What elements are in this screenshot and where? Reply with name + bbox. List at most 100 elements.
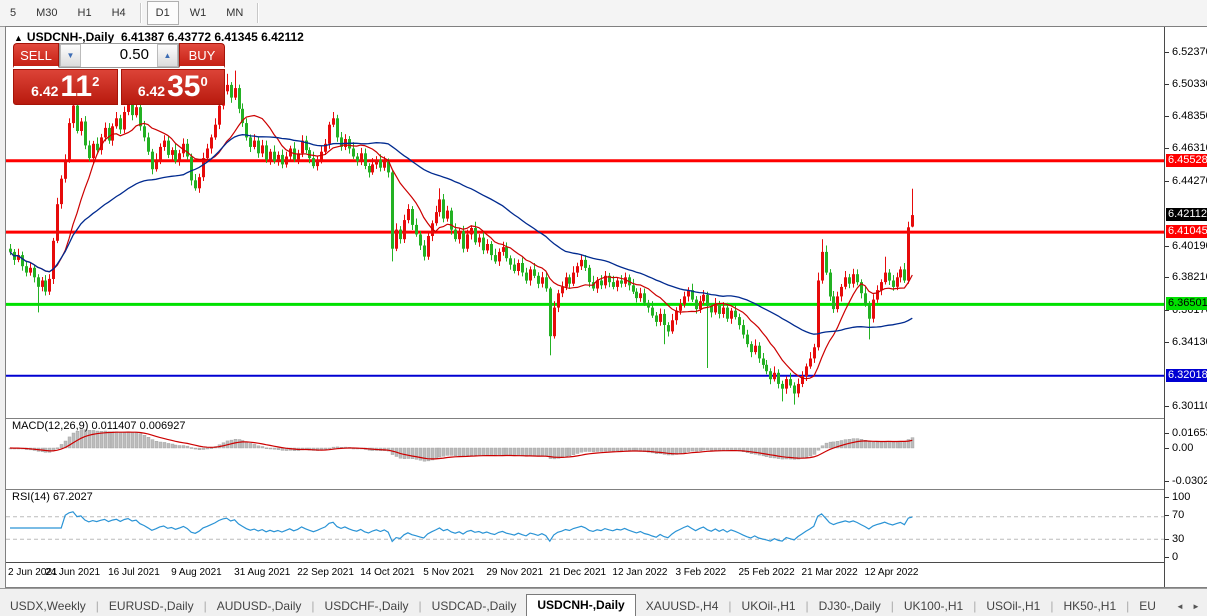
date-axis-label: 21 Mar 2022	[802, 567, 858, 578]
buy-price-small: 6.42	[138, 81, 165, 101]
volume-spinner: ▼ 0.50 ▲	[59, 43, 179, 68]
toolbar-separator	[257, 3, 259, 23]
sell-price-sup: 2	[92, 74, 99, 89]
axis-tick	[1165, 557, 1169, 558]
tab-scroll-left-icon[interactable]: ◄	[1172, 598, 1188, 616]
price-badge: 6.45528	[1166, 154, 1207, 167]
date-axis-label: 24 Jun 2021	[45, 567, 100, 578]
price-axis-label: 6.48350	[1172, 110, 1207, 122]
chart-tab-usdcad-daily[interactable]: USDCAD-,Daily	[422, 596, 527, 616]
date-axis-label: 9 Aug 2021	[171, 567, 222, 578]
macd-label: MACD(12,26,9) 0.011407 0.006927	[12, 420, 185, 432]
date-axis-label: 5 Nov 2021	[423, 567, 474, 578]
axis-tick	[1165, 84, 1169, 85]
chart-tab-usoil-h1[interactable]: USOil-,H1	[976, 596, 1050, 616]
chart-tab-ukoil-h1[interactable]: UKOil-,H1	[732, 596, 806, 616]
macd-axis-label: -0.03023	[1172, 475, 1207, 487]
price-axis-label: 6.50330	[1172, 78, 1207, 90]
chart-tab-eurusd-daily[interactable]: EURUSD-,Daily	[99, 596, 204, 616]
timeframe-button-d1[interactable]: D1	[147, 1, 179, 25]
axis-tick	[1165, 181, 1169, 182]
price-badge: 6.41045	[1166, 225, 1207, 238]
tab-scroll-controls: ◄►	[1172, 598, 1207, 616]
rsi-indicator-pane[interactable]	[6, 490, 1164, 562]
chart-tab-usdcnh-daily[interactable]: USDCNH-,Daily	[526, 594, 635, 616]
macd-axis-label: 0.00	[1172, 442, 1193, 454]
buy-price-big: 35	[167, 73, 200, 101]
macd-axis-label: 0.01653	[1172, 427, 1207, 439]
date-axis-label: 25 Feb 2022	[738, 567, 794, 578]
axis-tick	[1165, 406, 1169, 407]
collapse-arrow-icon[interactable]: ▲	[14, 33, 23, 43]
buy-price-sup: 0	[200, 74, 207, 89]
price-axis-label: 6.40190	[1172, 240, 1207, 252]
price-axis[interactable]: 6.52370 6.50330 6.48350 6.46310 6.44270 6.401…	[1164, 27, 1207, 587]
chart-tab-uk100-h1[interactable]: UK100-,H1	[894, 596, 973, 616]
price-axis-label: 6.34130	[1172, 336, 1207, 348]
sell-price-big: 11	[60, 73, 92, 101]
volume-input[interactable]: 0.50	[81, 44, 157, 67]
date-axis-label: 31 Aug 2021	[234, 567, 290, 578]
sell-button[interactable]: SELL	[13, 43, 59, 68]
buy-price-button[interactable]: 6.42 35 0	[121, 69, 226, 105]
price-badge: 6.42112	[1166, 208, 1207, 221]
chart-tab-audusd-daily[interactable]: AUDUSD-,Daily	[207, 596, 312, 616]
axis-tick	[1165, 515, 1169, 516]
ma-fast-line	[10, 116, 912, 379]
ohlc-values: 6.41387 6.43772 6.41345 6.42112	[121, 30, 304, 44]
timeframe-button-w1[interactable]: W1	[181, 1, 216, 25]
chart-tab-hk50-h1[interactable]: HK50-,H1	[1053, 596, 1126, 616]
rsi-axis-label: 30	[1172, 533, 1184, 545]
rsi-label: RSI(14) 67.2027	[12, 491, 93, 503]
axis-tick	[1165, 277, 1169, 278]
rsi-axis-label: 0	[1172, 551, 1178, 563]
date-axis-label: 29 Nov 2021	[486, 567, 543, 578]
chart-tab-usdx-weekly[interactable]: USDX,Weekly	[0, 596, 96, 616]
pane-separator	[6, 562, 1207, 563]
axis-tick	[1165, 497, 1169, 498]
date-axis-label: 16 Jul 2021	[108, 567, 160, 578]
rsi-axis-label: 100	[1172, 491, 1190, 503]
axis-tick	[1165, 116, 1169, 117]
tab-scroll-right-icon[interactable]: ►	[1188, 598, 1204, 616]
chart-title: ▲ USDCNH-,Daily 6.41387 6.43772 6.41345 6…	[14, 30, 304, 44]
price-axis-label: 6.30110	[1172, 400, 1207, 412]
sell-price-small: 6.42	[31, 81, 58, 101]
timeframe-toolbar: 5M30H1H4 D1W1MN	[0, 0, 1207, 27]
chart-tab-bar: USDX,Weekly|EURUSD-,Daily|AUDUSD-,Daily|…	[0, 588, 1207, 616]
chart-tab-eu[interactable]: EU	[1129, 596, 1166, 616]
date-axis-label: 12 Apr 2022	[865, 567, 919, 578]
price-axis-label: 6.52370	[1172, 46, 1207, 58]
buy-button[interactable]: BUY	[179, 43, 225, 68]
axis-tick	[1165, 448, 1169, 449]
date-axis-label: 3 Feb 2022	[675, 567, 726, 578]
date-axis[interactable]: 2 Jun 202124 Jun 202116 Jul 20219 Aug 20…	[6, 564, 1164, 586]
axis-tick	[1165, 52, 1169, 53]
price-axis-label: 6.44270	[1172, 175, 1207, 187]
volume-decrease-button[interactable]: ▼	[60, 44, 81, 67]
chart-tab-xauusd-h4[interactable]: XAUUSD-,H4	[636, 596, 729, 616]
axis-tick	[1165, 148, 1169, 149]
timeframe-button-h4[interactable]: H4	[103, 1, 135, 25]
one-click-trading-panel: SELL ▼ 0.50 ▲ BUY 6.42 11 2 6.42 35 0	[13, 43, 225, 105]
rsi-axis-label: 70	[1172, 509, 1184, 521]
axis-tick	[1165, 246, 1169, 247]
toolbar-separator	[140, 3, 142, 23]
timeframe-button-m30[interactable]: M30	[27, 1, 66, 25]
axis-tick	[1165, 342, 1169, 343]
price-axis-label: 6.46310	[1172, 142, 1207, 154]
date-axis-label: 14 Oct 2021	[360, 567, 414, 578]
timeframe-button-5[interactable]: 5	[1, 1, 25, 25]
chart-tab-dj30-daily[interactable]: DJ30-,Daily	[809, 596, 891, 616]
price-badge: 6.36501	[1166, 297, 1207, 310]
timeframe-button-mn[interactable]: MN	[217, 1, 252, 25]
chart-tab-usdchf-daily[interactable]: USDCHF-,Daily	[315, 596, 419, 616]
sell-price-button[interactable]: 6.42 11 2	[13, 69, 118, 105]
timeframe-button-h1[interactable]: H1	[69, 1, 101, 25]
volume-increase-button[interactable]: ▲	[157, 44, 178, 67]
date-axis-label: 22 Sep 2021	[297, 567, 354, 578]
symbol-label: USDCNH-,Daily	[27, 30, 114, 44]
axis-tick	[1165, 481, 1169, 482]
date-axis-label: 21 Dec 2021	[549, 567, 606, 578]
price-axis-label: 6.38210	[1172, 271, 1207, 283]
